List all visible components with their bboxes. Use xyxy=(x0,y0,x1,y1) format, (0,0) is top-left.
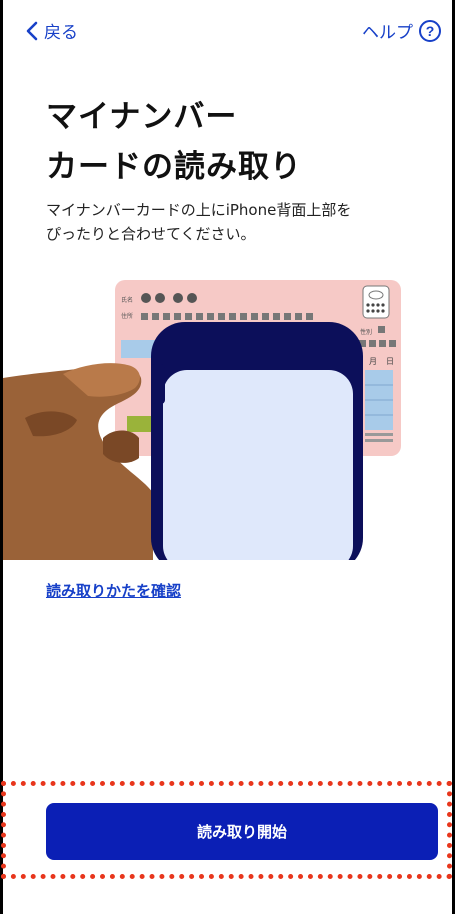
card-name-dot xyxy=(187,293,197,303)
card-name-dot xyxy=(155,293,165,303)
chevron-left-icon xyxy=(26,21,38,40)
back-label: 戻る xyxy=(44,23,78,43)
card-name-dot xyxy=(141,293,151,303)
card-label-name: 氏名 xyxy=(121,296,133,304)
iphone-screen xyxy=(163,370,353,560)
help-label: ヘルプ xyxy=(362,23,413,43)
start-reading-button[interactable]: 読み取り開始 xyxy=(46,803,438,860)
card-label-address: 住所 xyxy=(121,312,133,320)
navigation-bar: 戻る ヘルプ ? xyxy=(26,18,441,48)
question-circle-icon: ? xyxy=(419,19,441,42)
how-to-read-link[interactable]: 読み取りかたを確認 xyxy=(46,580,181,601)
card-reading-illustration: 氏名 住所 性別 月 日 xyxy=(3,278,423,560)
card-name-dot xyxy=(173,293,183,303)
card-label-sex: 性別 xyxy=(360,328,372,336)
card-label-month: 月 xyxy=(369,357,377,366)
help-button[interactable]: ヘルプ ? xyxy=(362,18,441,43)
card-label-day: 日 xyxy=(386,357,394,366)
instruction-text: マイナンバーカードの上にiPhone背面上部を ぴったりと合わせてください。 xyxy=(46,201,352,243)
page-title: マイナンバー カードの読み取り xyxy=(46,99,302,185)
back-button[interactable]: 戻る xyxy=(26,18,78,43)
illustration-svg: 氏名 住所 性別 月 日 xyxy=(3,280,401,560)
hand-illustration xyxy=(3,365,153,560)
